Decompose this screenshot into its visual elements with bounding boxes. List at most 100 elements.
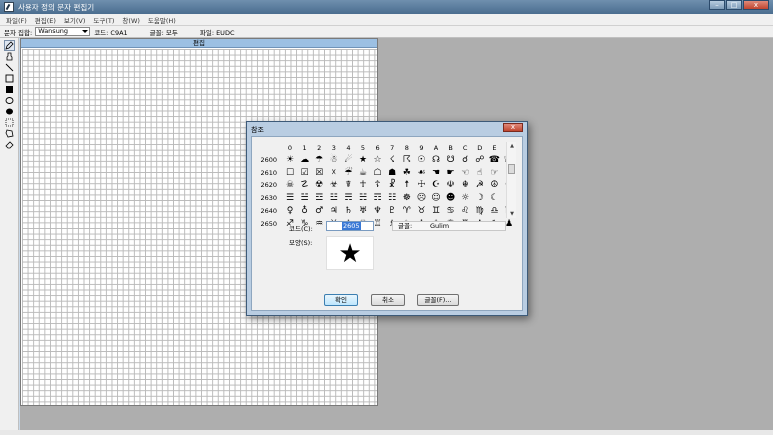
character-cell[interactable]: ♂ [312,205,326,217]
character-cell[interactable]: ☤ [341,179,355,191]
character-cell[interactable]: ♎ [487,205,501,217]
character-cell[interactable]: ☪ [429,179,443,191]
character-cell[interactable]: ☌ [458,154,472,166]
scroll-down-icon[interactable]: ▼ [507,210,517,218]
character-cell[interactable]: ♈ [400,205,414,217]
character-cell[interactable]: ☧ [385,179,399,191]
select-rectangle-icon[interactable] [5,118,14,127]
character-cell[interactable]: ☞ [487,167,501,179]
scroll-thumb[interactable] [508,164,515,174]
character-cell[interactable]: ♁ [298,205,312,217]
character-cell[interactable]: ☴ [341,192,355,204]
character-cell[interactable]: ☣ [327,179,341,191]
character-cell[interactable]: ☺ [429,192,443,204]
character-cell[interactable]: ♆ [371,205,385,217]
filled-ellipse-icon[interactable] [5,107,14,116]
character-cell[interactable]: ☳ [327,192,341,204]
character-cell[interactable]: ☙ [414,167,428,179]
close-button[interactable]: x [743,0,769,10]
code-input[interactable]: 2605 [326,221,374,231]
grid-scrollbar[interactable]: ▲ ▼ [506,142,516,218]
character-cell[interactable]: ♋ [444,205,458,217]
character-cell[interactable]: ☒ [312,167,326,179]
character-cell[interactable]: ☾ [487,192,501,204]
menu-window[interactable]: 창(W) [122,15,139,25]
character-cell[interactable]: ☢ [312,179,326,191]
character-cell[interactable]: ♒ [312,218,326,230]
character-cell[interactable]: ☕ [356,167,370,179]
character-cell[interactable]: ☷ [385,192,399,204]
character-cell[interactable]: ☝ [473,167,487,179]
font-button[interactable]: 글꼴(F)... [417,294,459,306]
character-cell[interactable]: ☱ [298,192,312,204]
scroll-up-icon[interactable]: ▲ [507,142,517,150]
character-cell[interactable]: ☁ [298,154,312,166]
character-cell[interactable]: ♍ [473,205,487,217]
character-cell[interactable]: ☇ [385,154,399,166]
character-cell[interactable]: ☡ [298,179,312,191]
character-cell[interactable]: ☹ [414,192,428,204]
menu-help[interactable]: 도움말(H) [148,15,176,25]
pencil-icon[interactable] [4,40,15,51]
character-cell[interactable]: ☋ [444,154,458,166]
menu-tools[interactable]: 도구(T) [93,15,114,25]
character-cell[interactable]: ☖ [371,167,385,179]
character-cell[interactable]: ☻ [444,192,458,204]
character-cell[interactable]: ☚ [429,167,443,179]
dialog-close-button[interactable]: x [503,123,523,132]
character-cell[interactable]: ♅ [356,205,370,217]
character-cell[interactable]: ☦ [371,179,385,191]
rectangle-icon[interactable] [5,74,14,83]
character-cell[interactable]: ☽ [473,192,487,204]
character-cell[interactable]: ☔ [341,167,355,179]
character-cell[interactable]: ♉ [414,205,428,217]
character-cell[interactable]: ♇ [385,205,399,217]
character-cell[interactable]: ☍ [473,154,487,166]
character-cell[interactable]: ☆ [371,154,385,166]
character-cell[interactable]: ☲ [312,192,326,204]
character-cell[interactable]: ☘ [400,167,414,179]
menu-file[interactable]: 파일(F) [6,15,27,25]
character-cell[interactable]: ☬ [458,179,472,191]
character-cell[interactable]: ☓ [327,167,341,179]
character-cell[interactable]: ☩ [414,179,428,191]
character-cell[interactable]: ☐ [283,167,297,179]
character-cell[interactable]: ☫ [444,179,458,191]
character-cell[interactable]: ☉ [414,154,428,166]
character-cell[interactable]: ☂ [312,154,326,166]
character-cell[interactable]: ♊ [429,205,443,217]
character-cell[interactable]: ☗ [385,167,399,179]
character-cell[interactable]: ☰ [283,192,297,204]
character-cell[interactable]: ☜ [458,167,472,179]
brush-icon[interactable] [5,52,14,61]
character-cell[interactable]: ☑ [298,167,312,179]
character-cell[interactable]: ♌ [458,205,472,217]
menu-edit[interactable]: 편집(E) [35,15,56,25]
eraser-icon[interactable] [5,140,14,149]
character-cell[interactable]: ☀ [283,154,297,166]
character-cell[interactable]: ☶ [371,192,385,204]
character-cell[interactable]: ☈ [400,154,414,166]
character-cell[interactable]: ☊ [429,154,443,166]
character-cell[interactable]: ☥ [356,179,370,191]
filled-rectangle-icon[interactable] [5,85,14,94]
character-cell[interactable]: ☎ [487,154,501,166]
character-cell[interactable]: ♄ [341,205,355,217]
character-cell[interactable]: ♃ [327,205,341,217]
line-icon[interactable] [5,63,14,72]
character-cell[interactable]: ☵ [356,192,370,204]
character-cell[interactable]: ☭ [473,179,487,191]
ok-button[interactable]: 확인 [324,294,358,306]
character-cell[interactable]: ☠ [283,179,297,191]
character-cell[interactable]: ☄ [341,154,355,166]
character-cell[interactable]: ☨ [400,179,414,191]
character-cell[interactable]: ♀ [283,205,297,217]
character-cell[interactable]: ☸ [400,192,414,204]
charset-select[interactable]: Wansung [35,27,91,36]
ellipse-icon[interactable] [5,96,14,105]
menu-view[interactable]: 보기(V) [64,15,85,25]
character-cell[interactable]: ☼ [458,192,472,204]
maximize-button[interactable]: □ [726,0,742,10]
minimize-button[interactable]: – [709,0,725,10]
character-cell[interactable]: ★ [356,154,370,166]
